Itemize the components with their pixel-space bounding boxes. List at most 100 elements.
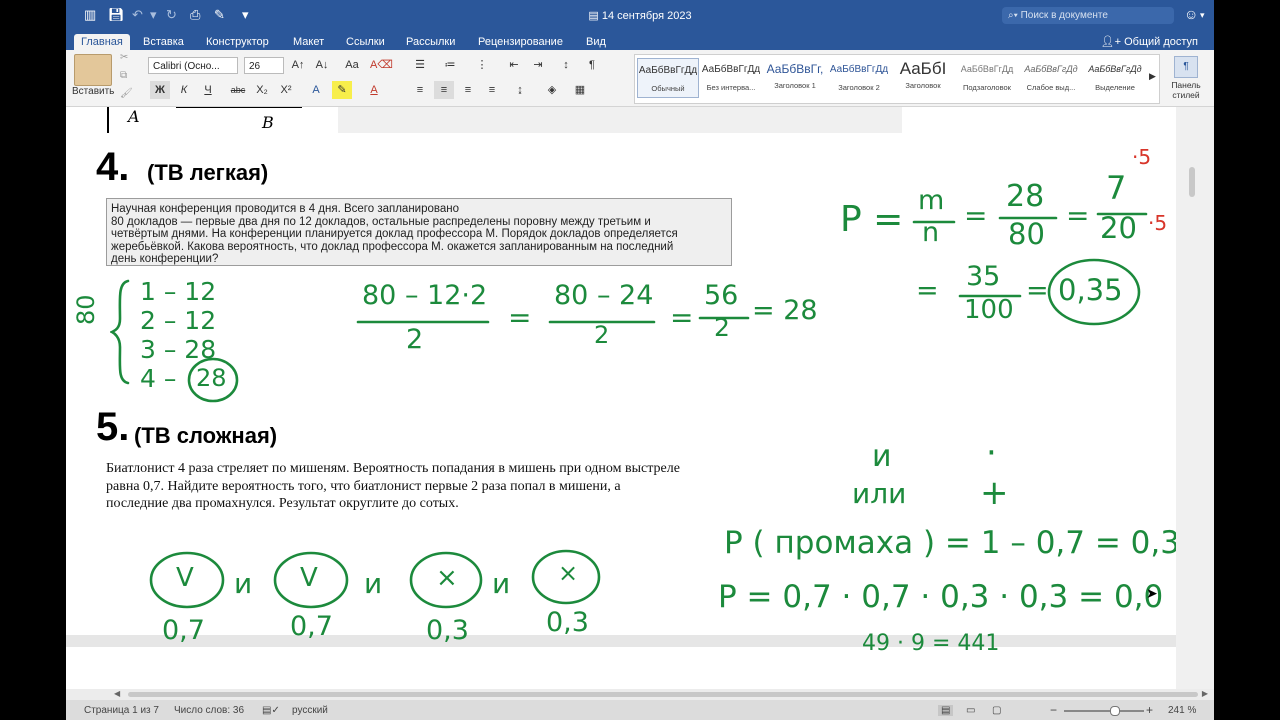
paste-icon[interactable] [74, 54, 112, 86]
task4-text-line: четвёртым днями. На конференции планируе… [111, 228, 678, 240]
page-count[interactable]: Страница 1 из 7 [84, 705, 159, 716]
style-subtitle[interactable]: АаБбВвГгДд Подзаголовок [957, 58, 1017, 96]
font-name-select[interactable]: Calibri (Осно... [148, 57, 238, 74]
hw-conj: и [364, 567, 383, 600]
zoom-slider[interactable] [1064, 710, 1144, 712]
figure-label-b: B [262, 113, 274, 132]
task4-title: (ТВ легкая) [147, 160, 269, 185]
vertical-scroll-thumb[interactable] [1189, 167, 1195, 197]
search-input[interactable]: ⌕▾ Поиск в документе [1002, 7, 1174, 24]
copy-icon[interactable]: ⧉ [120, 70, 127, 81]
style-emphasis[interactable]: АаБбВвГгДд Выделение [1085, 58, 1145, 96]
zoom-level[interactable]: 241 % [1168, 705, 1196, 716]
justify-icon[interactable]: ≡ [482, 81, 502, 99]
highlight-icon[interactable]: ✎ [332, 81, 352, 99]
style-preview: АаБбВвГг, [766, 62, 824, 76]
add-person-icon: 👤︎+ [1100, 36, 1125, 48]
styles-pane-button[interactable]: Панель стилей [1166, 80, 1206, 100]
style-preview: АаБбВвГгДд [701, 64, 761, 75]
task5-title: (ТВ сложная) [134, 423, 278, 448]
tab-home[interactable]: Главная [74, 34, 130, 50]
numbering-icon[interactable]: ≔ [440, 56, 460, 74]
horizontal-scrollbar[interactable]: ◀ ▶ [66, 689, 1214, 700]
smiley-feedback-icon[interactable]: ☺ [1184, 6, 1198, 22]
word-count[interactable]: Число слов: 36 [174, 705, 244, 716]
chevron-left-icon[interactable]: ◀ [114, 689, 120, 698]
proofing-icon[interactable]: ▤✓ [262, 705, 280, 716]
horizontal-scroll-thumb[interactable] [128, 692, 1198, 697]
task4-text-line: жеребьёвкой. Какова вероятность, что док… [111, 240, 674, 253]
tab-references[interactable]: Ссылки [339, 34, 392, 50]
line-spacing-icon[interactable]: ↨ [510, 81, 530, 99]
zoom-in-button[interactable]: + [1146, 703, 1153, 717]
bold-button[interactable]: Ж [150, 81, 170, 99]
tab-design[interactable]: Конструктор [199, 34, 276, 50]
align-center-icon[interactable]: ≡ [434, 81, 454, 99]
document-page-next[interactable]: 49 · 9 = 441 [66, 631, 1176, 689]
focus-icon[interactable]: ▢ [992, 705, 1001, 716]
align-right-icon[interactable]: ≡ [458, 81, 478, 99]
underline-button[interactable]: Ч [198, 81, 218, 99]
language[interactable]: русский [292, 705, 328, 716]
borders-icon[interactable]: ▦ [570, 81, 590, 99]
style-normal[interactable]: АаБбВвГгДд Обычный [637, 58, 699, 98]
increase-indent-icon[interactable]: ⇥ [528, 56, 548, 74]
hw-mult5-bottom: ·5 [1148, 211, 1168, 235]
subscript-button[interactable]: X₂ [252, 81, 272, 99]
hw-days-total: 80 [72, 294, 100, 325]
zoom-out-button[interactable]: − [1050, 703, 1057, 717]
hw-n: n [922, 217, 940, 248]
hw-calc-num1: 80 – 12·2 [362, 280, 488, 311]
style-heading-2[interactable]: АаБбВвГгДд Заголовок 2 [829, 58, 889, 96]
document-page[interactable]: A B 4. (ТВ легкая) Научная конференция п… [66, 107, 1180, 646]
sort-icon[interactable]: ↕ [556, 56, 576, 74]
document-icon: ▤ [588, 10, 602, 22]
style-heading-1[interactable]: АаБбВвГг, Заголовок 1 [765, 58, 825, 96]
text-effects-icon[interactable]: A [306, 81, 326, 99]
font-color-icon[interactable]: A [364, 81, 384, 99]
change-case-icon[interactable]: Аа [342, 56, 362, 74]
font-size-select[interactable]: 26 [244, 57, 284, 74]
vertical-scrollbar[interactable] [1176, 107, 1214, 689]
paste-button[interactable]: Вставить [72, 86, 114, 97]
style-title[interactable]: АаБбI Заголовок [893, 58, 953, 96]
cut-icon[interactable]: ✂ [120, 52, 128, 63]
tab-insert[interactable]: Вставка [136, 34, 191, 50]
decrease-indent-icon[interactable]: ⇤ [504, 56, 524, 74]
multilevel-list-icon[interactable]: ⋮ [472, 56, 492, 74]
styles-pane-icon[interactable]: ¶ [1174, 56, 1198, 78]
superscript-button[interactable]: X² [276, 81, 296, 99]
align-left-icon[interactable]: ≡ [410, 81, 430, 99]
grow-font-icon[interactable]: A↑ [288, 56, 308, 74]
document-area[interactable]: A B 4. (ТВ легкая) Научная конференция п… [66, 107, 1214, 689]
style-name: Заголовок 1 [774, 81, 816, 90]
strikethrough-button[interactable]: abc [228, 81, 248, 99]
italic-button[interactable]: К [174, 81, 194, 99]
format-painter-icon[interactable]: 🖌︎ [120, 88, 133, 99]
web-layout-icon[interactable]: ▭ [966, 705, 975, 716]
style-name: Заголовок 2 [838, 83, 880, 92]
task4-text-line: 80 докладов — первые два дня по 12 докла… [111, 215, 651, 228]
shrink-font-icon[interactable]: A↓ [312, 56, 332, 74]
print-layout-icon[interactable]: ▤ [938, 705, 954, 716]
tab-layout[interactable]: Макет [286, 34, 331, 50]
bullets-icon[interactable]: ☰ [410, 56, 430, 74]
style-subtle-emphasis[interactable]: АаБбВвГгДд Слабое выд... [1021, 58, 1081, 96]
style-no-spacing[interactable]: АаБбВвГгДд Без интерва... [701, 58, 761, 96]
task5-number: 5. [96, 405, 130, 449]
tab-mailings[interactable]: Рассылки [399, 34, 462, 50]
shading-icon[interactable]: ◈ [542, 81, 562, 99]
style-name: Обычный [651, 84, 685, 93]
hw-shot-prob: 0,3 [546, 607, 589, 638]
zoom-slider-thumb[interactable] [1110, 706, 1120, 716]
style-name: Слабое выд... [1026, 83, 1076, 92]
chevron-down-icon[interactable]: ▾ [1200, 10, 1205, 21]
share-button[interactable]: 👤︎+ Общий доступ [1101, 34, 1198, 50]
figure-placeholder [338, 107, 902, 133]
tab-review[interactable]: Рецензирование [471, 34, 570, 50]
chevron-right-icon[interactable]: ▶ [1202, 689, 1208, 698]
show-marks-icon[interactable]: ¶ [582, 56, 602, 74]
chevron-right-icon[interactable]: ▶ [1149, 71, 1156, 82]
tab-view[interactable]: Вид [579, 34, 613, 50]
clear-formatting-icon[interactable]: A⌫ [370, 56, 393, 74]
